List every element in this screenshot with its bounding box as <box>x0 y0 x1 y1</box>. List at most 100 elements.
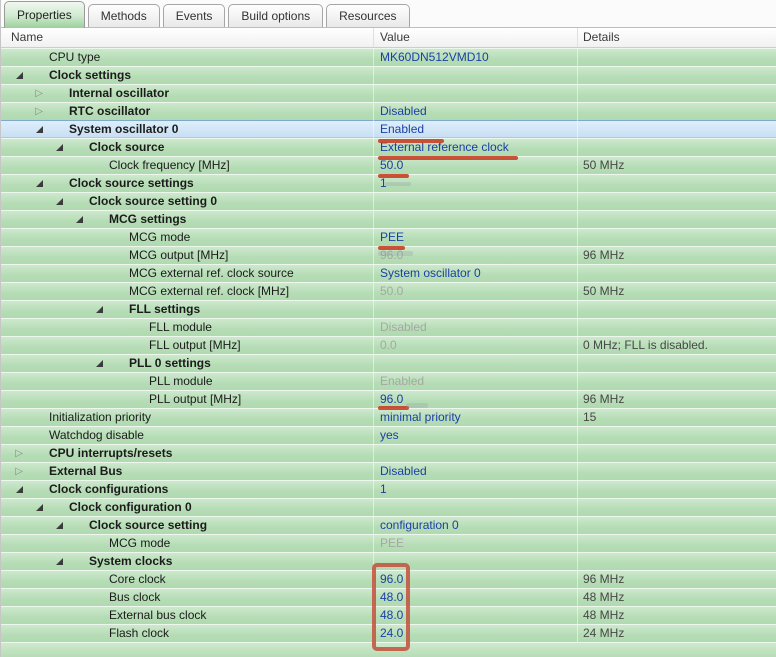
expander-expanded-icon[interactable] <box>49 554 63 568</box>
value-cell[interactable]: 50.0 <box>373 156 577 174</box>
table-row[interactable]: Clock source setting 0 <box>1 192 776 210</box>
row-value[interactable]: 96.0 <box>380 248 403 262</box>
table-row[interactable]: Clock settings <box>1 66 776 84</box>
value-cell[interactable]: 0.0 <box>373 336 577 354</box>
value-cell[interactable] <box>373 300 577 318</box>
expander-expanded-icon[interactable] <box>89 302 103 316</box>
column-header-details[interactable]: Details <box>577 28 776 47</box>
row-value[interactable]: minimal priority <box>380 410 461 424</box>
row-value[interactable]: 96.0 <box>380 392 403 406</box>
table-row[interactable]: Bus clock 48.0 48 MHz <box>1 588 776 606</box>
value-cell[interactable] <box>373 552 577 570</box>
value-cell[interactable]: 1 <box>373 174 577 192</box>
expander-expanded-icon[interactable] <box>29 500 43 514</box>
column-header-name[interactable]: Name <box>1 28 373 47</box>
value-cell[interactable]: yes <box>373 426 577 444</box>
value-cell[interactable]: Enabled <box>373 372 577 390</box>
value-cell[interactable]: 50.0 <box>373 282 577 300</box>
tab-methods[interactable]: Methods <box>87 4 160 27</box>
table-row[interactable]: FLL output [MHz] 0.0 0 MHz; FLL is disable… <box>1 336 776 354</box>
tab-resources[interactable]: Resources <box>326 4 410 27</box>
value-cell[interactable]: 48.0 <box>373 588 577 606</box>
table-row[interactable]: PLL 0 settings <box>1 354 776 372</box>
expander-expanded-icon[interactable] <box>49 140 63 154</box>
value-cell[interactable] <box>373 444 577 462</box>
table-row[interactable]: MCG output [MHz] 96.0 96 MHz <box>1 246 776 264</box>
row-value[interactable]: Disabled <box>380 320 427 334</box>
tab-events[interactable]: Events <box>162 4 226 27</box>
row-value[interactable]: 50.0 <box>380 284 403 298</box>
row-value[interactable]: 50.0 <box>380 158 403 172</box>
table-row[interactable]: ▷ CPU interrupts/resets <box>1 444 776 462</box>
table-row[interactable]: Flash clock 24.0 24 MHz <box>1 624 776 642</box>
table-row[interactable]: MCG external ref. clock source System osc… <box>1 264 776 282</box>
table-row[interactable]: Clock configurations 1 <box>1 480 776 498</box>
row-value[interactable]: External reference clock <box>380 140 509 154</box>
table-row[interactable]: Clock source External reference clock <box>1 138 776 156</box>
value-cell[interactable] <box>373 210 577 228</box>
row-value[interactable]: System oscillator 0 <box>380 266 481 280</box>
table-row[interactable]: FLL module Disabled <box>1 318 776 336</box>
tab-properties[interactable]: Properties <box>4 1 85 28</box>
row-value[interactable]: 48.0 <box>380 608 403 622</box>
value-cell[interactable] <box>373 354 577 372</box>
expander-collapsed-icon[interactable]: ▷ <box>29 86 43 100</box>
expander-expanded-icon[interactable] <box>89 356 103 370</box>
value-cell[interactable]: PEE <box>373 228 577 246</box>
row-value[interactable]: 0.0 <box>380 338 397 352</box>
table-row[interactable]: MCG mode PEE <box>1 534 776 552</box>
table-row[interactable]: ▷ External Bus Disabled <box>1 462 776 480</box>
value-cell[interactable]: Disabled <box>373 462 577 480</box>
value-cell[interactable]: 96.0 <box>373 246 577 264</box>
table-row[interactable]: Core clock 96.0 96 MHz <box>1 570 776 588</box>
tab-build-options[interactable]: Build options <box>228 4 324 27</box>
row-value[interactable]: 1 <box>380 482 387 496</box>
table-row[interactable]: MCG settings <box>1 210 776 228</box>
row-value[interactable]: Enabled <box>380 374 424 388</box>
row-value[interactable]: configuration 0 <box>380 518 459 532</box>
row-value[interactable]: 48.0 <box>380 590 403 604</box>
table-row[interactable]: Initialization priority minimal priority 1… <box>1 408 776 426</box>
value-cell[interactable]: Enabled <box>373 120 577 138</box>
table-row[interactable]: External bus clock 48.0 48 MHz <box>1 606 776 624</box>
expander-collapsed-icon[interactable]: ▷ <box>29 104 43 118</box>
value-cell[interactable]: 48.0 <box>373 606 577 624</box>
value-cell[interactable]: configuration 0 <box>373 516 577 534</box>
expander-expanded-icon[interactable] <box>49 194 63 208</box>
value-cell[interactable]: System oscillator 0 <box>373 264 577 282</box>
table-row[interactable]: Watchdog disable yes <box>1 426 776 444</box>
expander-expanded-icon[interactable] <box>49 518 63 532</box>
value-cell[interactable] <box>373 192 577 210</box>
row-value[interactable]: yes <box>380 428 399 442</box>
table-row[interactable]: System oscillator 0 Enabled <box>1 120 776 138</box>
value-cell[interactable] <box>373 498 577 516</box>
value-cell[interactable]: minimal priority <box>373 408 577 426</box>
table-row[interactable]: FLL settings <box>1 300 776 318</box>
row-value[interactable]: Disabled <box>380 104 427 118</box>
row-value[interactable]: 96.0 <box>380 572 403 586</box>
value-cell[interactable]: 1 <box>373 480 577 498</box>
value-cell[interactable]: PEE <box>373 534 577 552</box>
table-row[interactable]: Clock frequency [MHz] 50.0 50 MHz <box>1 156 776 174</box>
value-cell[interactable]: MK60DN512VMD10 <box>373 48 577 66</box>
row-value[interactable]: MK60DN512VMD10 <box>380 50 489 64</box>
value-cell[interactable] <box>373 66 577 84</box>
table-row[interactable]: Clock configuration 0 <box>1 498 776 516</box>
value-cell[interactable]: 24.0 <box>373 624 577 642</box>
row-value[interactable]: Enabled <box>380 122 424 136</box>
expander-expanded-icon[interactable] <box>69 212 83 226</box>
table-row[interactable]: ▷ Internal oscillator <box>1 84 776 102</box>
expander-expanded-icon[interactable] <box>29 176 43 190</box>
value-cell[interactable]: External reference clock <box>373 138 577 156</box>
table-row[interactable]: PLL output [MHz] 96.0 96 MHz <box>1 390 776 408</box>
value-cell[interactable]: 96.0 <box>373 390 577 408</box>
row-value[interactable]: Disabled <box>380 464 427 478</box>
expander-expanded-icon[interactable] <box>29 122 43 136</box>
expander-expanded-icon[interactable] <box>9 68 23 82</box>
table-row[interactable]: MCG external ref. clock [MHz] 50.0 50 MHz <box>1 282 776 300</box>
expander-collapsed-icon[interactable]: ▷ <box>9 446 23 460</box>
expander-collapsed-icon[interactable]: ▷ <box>9 464 23 478</box>
value-cell[interactable]: Disabled <box>373 318 577 336</box>
table-row[interactable]: Clock source setting configuration 0 <box>1 516 776 534</box>
row-value[interactable]: 1 <box>380 176 387 190</box>
